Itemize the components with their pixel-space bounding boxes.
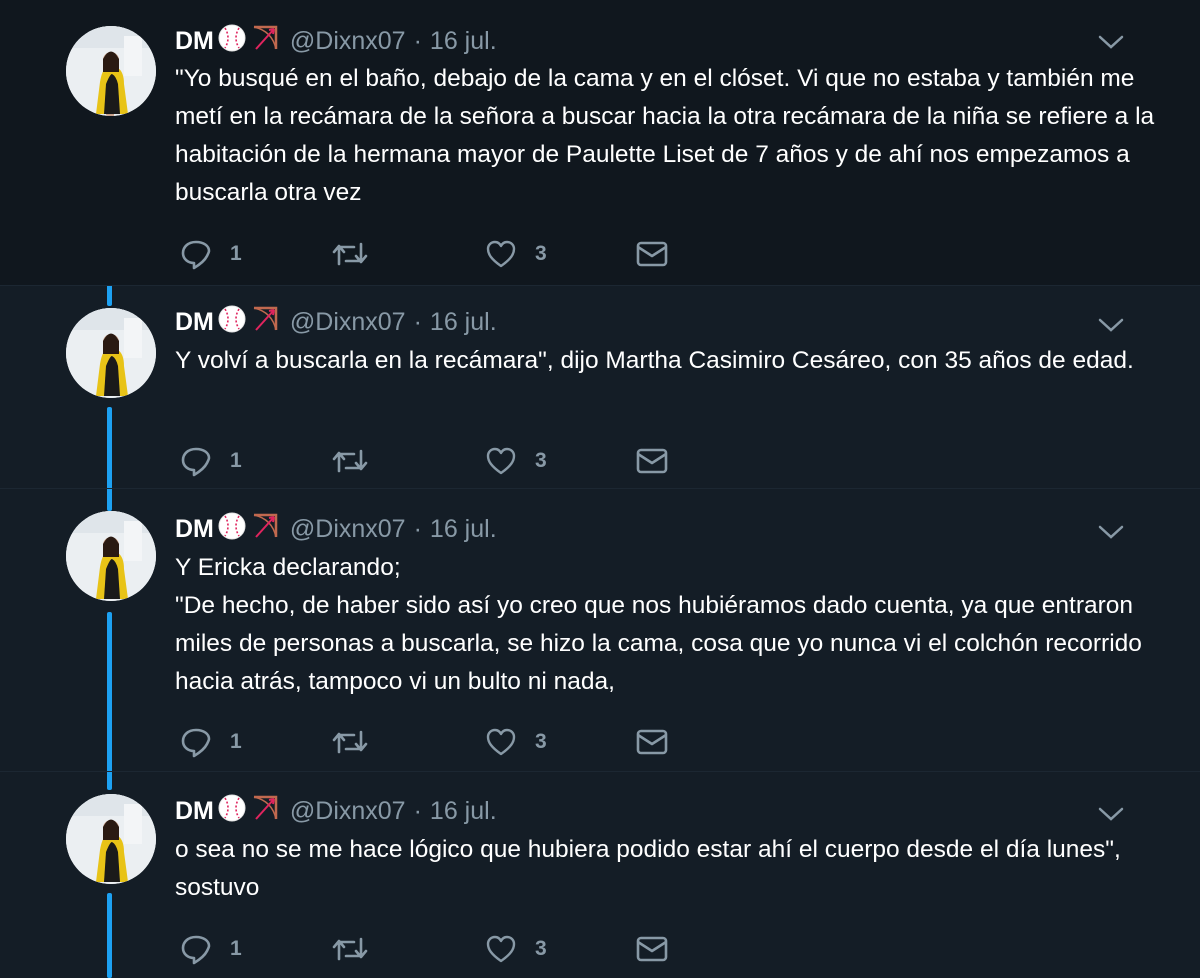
like-count: 3 [535, 242, 547, 265]
author-handle[interactable]: @Dixnx07 [290, 27, 406, 56]
tweet-actions: 1 3 [180, 443, 700, 479]
tweet-paragraph: o sea no se me hace lógico que hubiera p… [175, 836, 1121, 901]
tweet-text: Y volví a buscarla en la recámara", dijo… [175, 342, 1155, 380]
direct-message-button[interactable] [635, 443, 669, 479]
like-count: 3 [535, 449, 547, 472]
tweet-date[interactable]: 16 jul. [430, 515, 497, 544]
tweet-actions: 1 3 [180, 724, 700, 760]
tweet[interactable]: DM @Dixnx07 · 16 jul. "Yo busqué en el b… [0, 0, 1200, 285]
bow-and-arrow-icon [250, 304, 280, 341]
author-handle[interactable]: @Dixnx07 [290, 515, 406, 544]
baseball-icon [217, 304, 247, 341]
author-name[interactable]: DM [175, 27, 214, 56]
tweet[interactable]: DM @Dixnx07 · 16 jul. Y Ericka declarand… [0, 488, 1200, 771]
tweet-header: DM @Dixnx07 · 16 jul. [175, 23, 497, 59]
envelope-icon [636, 448, 668, 474]
baseball-icon [217, 511, 247, 548]
avatar-photo [66, 794, 156, 884]
reply-icon [181, 935, 211, 965]
retweet-icon [332, 730, 368, 754]
envelope-icon [636, 241, 668, 267]
reply-count: 1 [230, 937, 242, 960]
separator: · [413, 514, 422, 543]
reply-button[interactable]: 1 [180, 443, 242, 479]
direct-message-button[interactable] [635, 236, 669, 272]
bow-and-arrow-icon [250, 511, 280, 548]
separator: · [413, 307, 422, 336]
reply-icon [181, 240, 211, 270]
avatar-photo [66, 511, 156, 601]
tweet-header: DM @Dixnx07 · 16 jul. [175, 793, 497, 829]
tweet-paragraph: Y volví a buscarla en la recámara", dijo… [175, 347, 1134, 374]
author-handle[interactable]: @Dixnx07 [290, 797, 406, 826]
direct-message-button[interactable] [635, 931, 669, 967]
envelope-icon [636, 936, 668, 962]
tweet-date[interactable]: 16 jul. [430, 797, 497, 826]
retweet-icon [332, 242, 368, 266]
avatar-photo [66, 308, 156, 398]
avatar[interactable] [66, 511, 156, 601]
like-count: 3 [535, 730, 547, 753]
separator: · [413, 796, 422, 825]
retweet-button[interactable] [330, 443, 370, 479]
author-handle[interactable]: @Dixnx07 [290, 308, 406, 337]
tweet-header: DM @Dixnx07 · 16 jul. [175, 511, 497, 547]
separator: · [413, 26, 422, 55]
tweet-date[interactable]: 16 jul. [430, 27, 497, 56]
tweet-paragraph: "Yo busqué en el baño, debajo de la cama… [175, 65, 1155, 206]
heart-icon [486, 728, 516, 756]
bow-and-arrow-icon [250, 23, 280, 60]
reply-count: 1 [230, 449, 242, 472]
heart-icon [486, 935, 516, 963]
retweet-icon [332, 937, 368, 961]
tweet-text: "Yo busqué en el baño, debajo de la cama… [175, 60, 1155, 212]
retweet-button[interactable] [330, 724, 370, 760]
author-name[interactable]: DM [175, 797, 214, 826]
tweet-paragraph: "De hecho, de haber sido así yo creo que… [175, 592, 1142, 695]
baseball-icon [217, 23, 247, 60]
direct-message-button[interactable] [635, 724, 669, 760]
reply-button[interactable]: 1 [180, 724, 242, 760]
tweet-paragraph: Y Ericka declarando; [175, 554, 401, 581]
retweet-button[interactable] [330, 931, 370, 967]
author-name[interactable]: DM [175, 308, 214, 337]
tweet[interactable]: DM @Dixnx07 · 16 jul. Y volví a buscarla… [0, 285, 1200, 488]
chevron-down-icon[interactable] [1098, 806, 1124, 822]
envelope-icon [636, 729, 668, 755]
tweet-actions: 1 3 [180, 931, 700, 967]
like-count: 3 [535, 937, 547, 960]
reply-icon [181, 447, 211, 477]
tweet-text: o sea no se me hace lógico que hubiera p… [175, 831, 1155, 907]
reply-icon [181, 728, 211, 758]
chevron-down-icon[interactable] [1098, 317, 1124, 333]
retweet-icon [332, 449, 368, 473]
avatar-photo [66, 26, 156, 116]
like-button[interactable]: 3 [485, 443, 547, 479]
heart-icon [486, 240, 516, 268]
retweet-button[interactable] [330, 236, 370, 272]
chevron-down-icon[interactable] [1098, 34, 1124, 50]
author-name[interactable]: DM [175, 515, 214, 544]
chevron-down-icon[interactable] [1098, 524, 1124, 540]
reply-button[interactable]: 1 [180, 236, 242, 272]
tweet-date[interactable]: 16 jul. [430, 308, 497, 337]
bow-and-arrow-icon [250, 793, 280, 830]
tweet-text: Y Ericka declarando; "De hecho, de haber… [175, 549, 1155, 701]
avatar[interactable] [66, 26, 156, 116]
reply-button[interactable]: 1 [180, 931, 242, 967]
like-button[interactable]: 3 [485, 931, 547, 967]
like-button[interactable]: 3 [485, 236, 547, 272]
heart-icon [486, 447, 516, 475]
tweet[interactable]: DM @Dixnx07 · 16 jul. o sea no se me hac… [0, 771, 1200, 978]
tweet-header: DM @Dixnx07 · 16 jul. [175, 304, 497, 340]
avatar[interactable] [66, 794, 156, 884]
reply-count: 1 [230, 242, 242, 265]
avatar[interactable] [66, 308, 156, 398]
baseball-icon [217, 793, 247, 830]
like-button[interactable]: 3 [485, 724, 547, 760]
reply-count: 1 [230, 730, 242, 753]
tweet-actions: 1 3 [180, 236, 700, 272]
